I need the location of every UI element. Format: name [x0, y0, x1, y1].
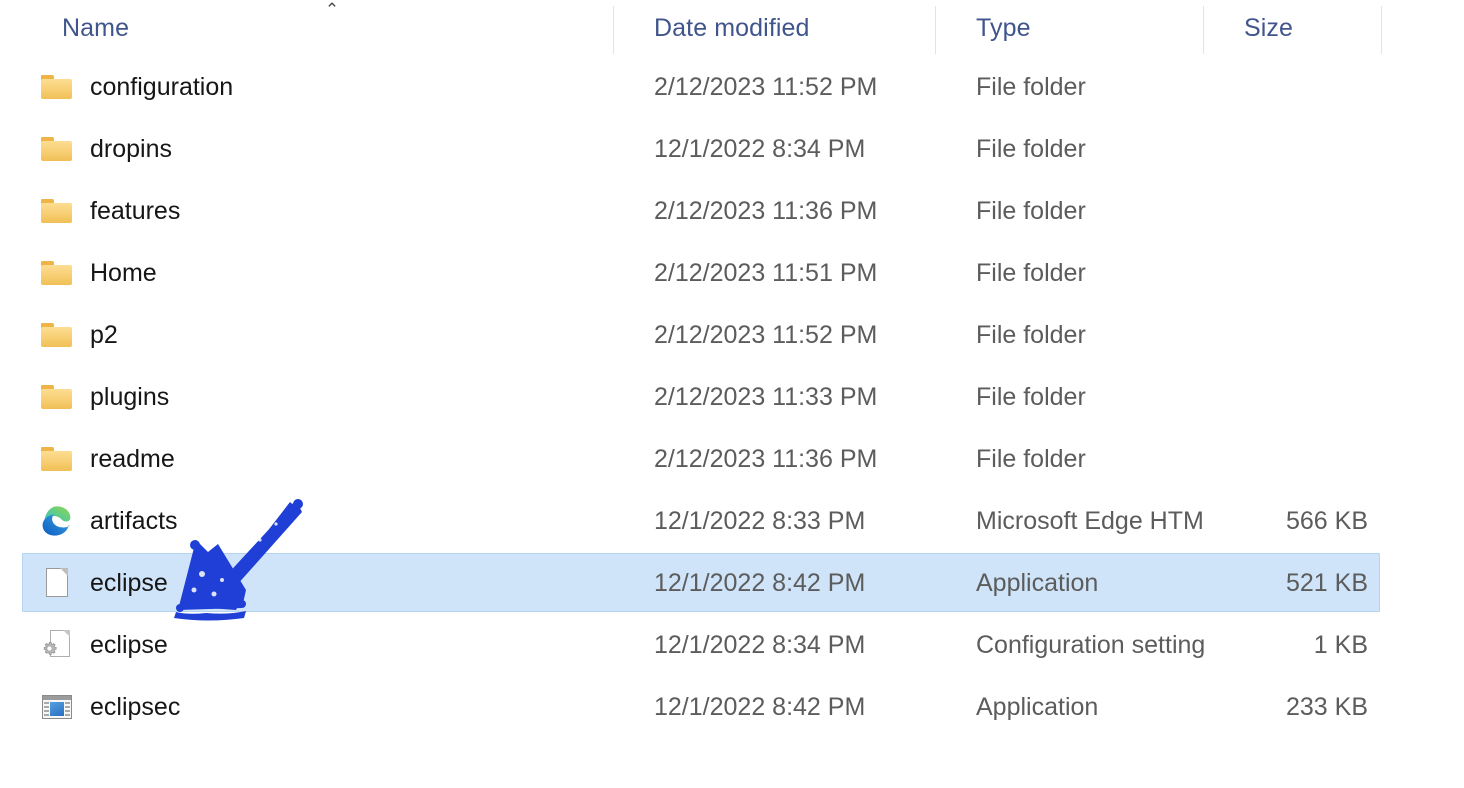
- column-header-name[interactable]: Name: [22, 0, 614, 56]
- file-name-label: p2: [90, 320, 118, 349]
- cell-type: File folder: [976, 196, 1086, 225]
- file-list-row[interactable]: configuration 2/12/2023 11:52 PM File fold…: [0, 56, 1464, 118]
- file-list-row[interactable]: Home 2/12/2023 11:51 PM File folder: [0, 242, 1464, 304]
- file-list-row[interactable]: plugins 2/12/2023 11:33 PM File folder: [0, 366, 1464, 428]
- column-header-size[interactable]: Size: [1204, 0, 1382, 56]
- file-list-row[interactable]: artifacts 12/1/2022 8:33 PM Microsoft Edge…: [0, 490, 1464, 552]
- file-name-label: plugins: [90, 382, 170, 411]
- file-name-label: Home: [90, 258, 157, 287]
- cell-date-modified: 2/12/2023 11:51 PM: [654, 258, 878, 287]
- folder-icon: [40, 194, 74, 228]
- cell-size: 566 KB: [1285, 506, 1368, 535]
- file-name-label: readme: [90, 444, 175, 473]
- column-header-size-label: Size: [1244, 13, 1294, 42]
- column-header-name-label: Name: [62, 13, 130, 42]
- file-list-row[interactable]: dropins 12/1/2022 8:34 PM File folder: [0, 118, 1464, 180]
- cell-type: File folder: [976, 320, 1086, 349]
- cell-type: File folder: [976, 382, 1086, 411]
- folder-icon: [40, 442, 74, 476]
- column-divider[interactable]: [1381, 6, 1382, 54]
- cell-name[interactable]: eclipse: [22, 628, 614, 662]
- application-icon: [40, 690, 74, 724]
- cell-name[interactable]: artifacts: [22, 504, 614, 538]
- file-list-row[interactable]: p2 2/12/2023 11:52 PM File folder: [0, 304, 1464, 366]
- cell-type: Microsoft Edge HTM...: [976, 506, 1204, 535]
- cell-date-modified: 12/1/2022 8:42 PM: [654, 692, 866, 721]
- cell-type: Application: [976, 692, 1099, 721]
- file-name-label: eclipsec: [90, 692, 181, 721]
- file-name-label: artifacts: [90, 506, 178, 535]
- folder-icon: [40, 318, 74, 352]
- cell-name[interactable]: Home: [22, 256, 614, 290]
- file-list-row[interactable]: eclipse 12/1/2022 8:34 PM Configuration se…: [0, 614, 1464, 676]
- cell-date-modified: 12/1/2022 8:34 PM: [654, 630, 866, 659]
- cell-date-modified: 2/12/2023 11:33 PM: [654, 382, 878, 411]
- cell-name[interactable]: configuration: [22, 70, 614, 104]
- column-header-date-modified[interactable]: Date modified: [614, 0, 936, 56]
- file-name-label: eclipse: [90, 630, 168, 659]
- cell-size: 233 KB: [1285, 692, 1368, 721]
- cell-name[interactable]: p2: [22, 318, 614, 352]
- blank-document-icon: [40, 566, 74, 600]
- document-gear-icon: [40, 628, 74, 662]
- column-header-type-label: Type: [976, 13, 1031, 42]
- cell-name[interactable]: eclipse: [22, 566, 614, 600]
- cell-date-modified: 2/12/2023 11:36 PM: [654, 196, 878, 225]
- cell-size: 521 KB: [1285, 568, 1368, 597]
- cell-date-modified: 2/12/2023 11:52 PM: [654, 320, 878, 349]
- file-name-label: eclipse: [90, 568, 168, 597]
- cell-size: 1 KB: [1313, 630, 1368, 659]
- file-name-label: dropins: [90, 134, 172, 163]
- file-list-row[interactable]: eclipsec 12/1/2022 8:42 PM Application 233 …: [0, 676, 1464, 738]
- file-name-label: features: [90, 196, 181, 225]
- column-header-date-modified-label: Date modified: [654, 13, 810, 42]
- cell-type: File folder: [976, 134, 1086, 163]
- cell-type: Configuration settings: [976, 630, 1204, 659]
- folder-icon: [40, 70, 74, 104]
- cell-date-modified: 2/12/2023 11:36 PM: [654, 444, 878, 473]
- cell-date-modified: 12/1/2022 8:42 PM: [654, 568, 866, 597]
- cell-type: File folder: [976, 72, 1086, 101]
- file-list: configuration 2/12/2023 11:52 PM File fold…: [0, 56, 1464, 738]
- file-list-row[interactable]: readme 2/12/2023 11:36 PM File folder: [0, 428, 1464, 490]
- folder-icon: [40, 256, 74, 290]
- file-list-row[interactable]: eclipse 12/1/2022 8:42 PM Application 521 K…: [0, 552, 1464, 614]
- column-header-type[interactable]: Type: [936, 0, 1204, 56]
- cell-type: Application: [976, 568, 1099, 597]
- cell-name[interactable]: plugins: [22, 380, 614, 414]
- folder-icon: [40, 380, 74, 414]
- cell-name[interactable]: readme: [22, 442, 614, 476]
- cell-name[interactable]: features: [22, 194, 614, 228]
- file-list-row[interactable]: features 2/12/2023 11:36 PM File folder: [0, 180, 1464, 242]
- sort-ascending-chevron-icon: ⌃: [324, 0, 340, 19]
- edge-browser-icon: [40, 504, 74, 538]
- cell-type: File folder: [976, 444, 1086, 473]
- cell-date-modified: 2/12/2023 11:52 PM: [654, 72, 878, 101]
- column-header-bar: Name Date modified Type Size ⌃: [0, 0, 1464, 56]
- cell-date-modified: 12/1/2022 8:34 PM: [654, 134, 866, 163]
- cell-name[interactable]: eclipsec: [22, 690, 614, 724]
- file-name-label: configuration: [90, 72, 234, 101]
- cell-date-modified: 12/1/2022 8:33 PM: [654, 506, 866, 535]
- cell-type: File folder: [976, 258, 1086, 287]
- cell-name[interactable]: dropins: [22, 132, 614, 166]
- folder-icon: [40, 132, 74, 166]
